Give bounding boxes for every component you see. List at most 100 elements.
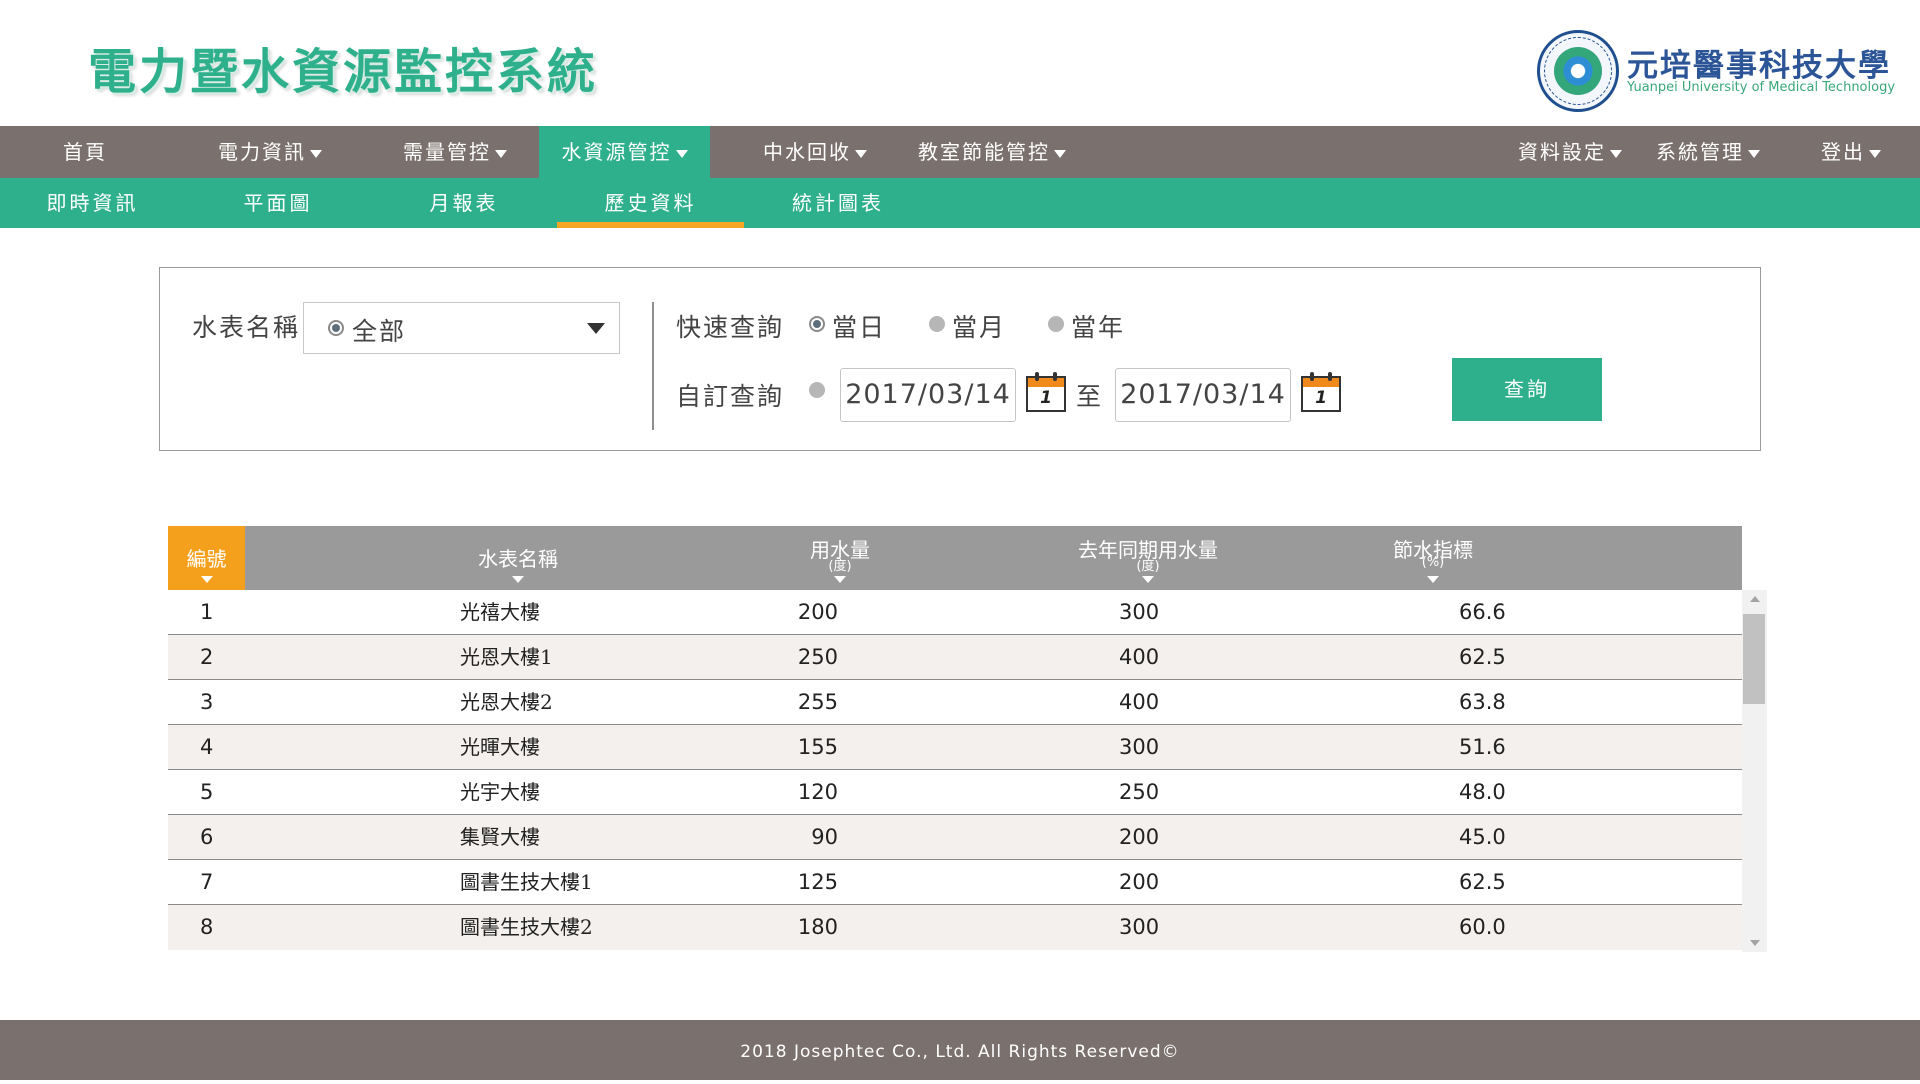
caret-down-icon — [855, 149, 867, 158]
calendar-to-icon[interactable]: 1 — [1301, 372, 1341, 412]
nav-water-recycle[interactable]: 中水回收 — [740, 126, 890, 178]
nav-home-label: 首頁 — [63, 140, 107, 164]
tab-statistics-chart[interactable]: 統計圖表 — [773, 178, 903, 228]
column-header-label: 水表名稱 — [478, 547, 558, 571]
query-button[interactable]: 查詢 — [1452, 358, 1602, 421]
meter-select-value: 全部 — [352, 317, 407, 346]
sort-down-icon[interactable] — [834, 576, 846, 583]
panel-divider — [652, 302, 654, 430]
cell-saving-index: 48.0 — [1459, 780, 1506, 804]
table-row[interactable]: 1 光禧大樓 200 300 66.6 — [168, 590, 1742, 635]
calendar-from-icon[interactable]: 1 — [1026, 372, 1066, 412]
quick-year-label[interactable]: 當年 — [1071, 308, 1125, 344]
cell-number: 2 — [200, 645, 214, 669]
column-header-saving-index[interactable]: 節水指標 (%) — [1383, 526, 1483, 590]
nav-home[interactable]: 首頁 — [40, 126, 130, 178]
nav-classroom-energy-label: 教室節能管控 — [918, 140, 1050, 164]
column-header-number[interactable]: 編號 — [168, 526, 245, 590]
table-row[interactable]: 2 光恩大樓1 250 400 62.5 — [168, 635, 1742, 680]
nav-logout[interactable]: 登出 — [1806, 126, 1896, 178]
quick-month-radio[interactable] — [929, 316, 945, 332]
calendar-day: 1 — [1026, 387, 1066, 412]
scroll-up-icon[interactable] — [1750, 596, 1760, 602]
meter-select[interactable]: 全部 — [303, 302, 620, 354]
sort-down-icon[interactable] — [1142, 576, 1154, 583]
cell-last-year: 400 — [1119, 690, 1160, 714]
cell-meter-name: 光暉大樓 — [460, 735, 540, 759]
nav-system-admin[interactable]: 系統管理 — [1648, 126, 1768, 178]
cell-number: 8 — [200, 915, 214, 939]
scrollbar-thumb[interactable] — [1743, 614, 1765, 704]
tab-monthly-report[interactable]: 月報表 — [404, 178, 524, 228]
scroll-down-icon[interactable] — [1750, 940, 1760, 946]
table-row[interactable]: 8 圖書生技大樓2 180 300 60.0 — [168, 905, 1742, 950]
quick-today-radio[interactable] — [809, 316, 825, 332]
cell-meter-name: 光恩大樓1 — [460, 645, 553, 669]
cell-number: 6 — [200, 825, 214, 849]
table-row[interactable]: 7 圖書生技大樓1 125 200 62.5 — [168, 860, 1742, 905]
quick-query-label: 快速查詢 — [676, 313, 785, 342]
tab-realtime-info[interactable]: 即時資訊 — [30, 178, 155, 228]
calendar-ring — [1328, 372, 1332, 381]
table-scrollbar[interactable] — [1742, 590, 1767, 952]
cell-saving-index: 60.0 — [1459, 915, 1506, 939]
nav-data-settings-label: 資料設定 — [1518, 140, 1606, 164]
caret-down-icon — [1054, 149, 1066, 158]
cell-meter-name: 光恩大樓2 — [460, 690, 553, 714]
column-header-label: 編號 — [186, 547, 227, 571]
cell-saving-index: 45.0 — [1459, 825, 1506, 849]
calendar-ring — [1053, 372, 1057, 381]
nav-demand-control[interactable]: 需量管控 — [380, 126, 530, 178]
cell-number: 4 — [200, 735, 214, 759]
cell-saving-index: 66.6 — [1459, 600, 1506, 624]
nav-water-control-label: 水資源管控 — [561, 140, 672, 164]
meter-all-radio-icon — [328, 320, 344, 336]
university-logo — [1537, 30, 1619, 112]
custom-query-label: 自訂查詢 — [676, 382, 785, 411]
cell-usage: 125 — [797, 870, 838, 894]
table-row[interactable]: 6 集賢大樓 90 200 45.0 — [168, 815, 1742, 860]
sort-down-icon[interactable] — [1427, 576, 1439, 583]
calendar-ring — [1035, 372, 1039, 381]
calendar-ring — [1310, 372, 1314, 381]
column-header-usage[interactable]: 用水量 (度) — [795, 526, 885, 590]
caret-down-icon — [1748, 149, 1760, 158]
cell-number: 1 — [200, 600, 214, 624]
calendar-day: 1 — [1301, 387, 1341, 412]
custom-query-radio[interactable] — [809, 382, 825, 398]
sort-down-icon[interactable] — [512, 576, 524, 583]
quick-today-label[interactable]: 當日 — [832, 308, 886, 344]
table-row[interactable]: 4 光暉大樓 155 300 51.6 — [168, 725, 1742, 770]
tab-history-data[interactable]: 歷史資料 — [557, 178, 744, 228]
tab-floor-plan[interactable]: 平面圖 — [218, 178, 338, 228]
column-header-unit: (%) — [1421, 555, 1445, 570]
cell-usage: 200 — [797, 600, 838, 624]
caret-down-icon — [495, 149, 507, 158]
quick-year-radio[interactable] — [1048, 316, 1064, 332]
cell-meter-name: 光宇大樓 — [460, 780, 540, 804]
date-to-input[interactable]: 2017/03/14 — [1115, 368, 1291, 422]
cell-number: 7 — [200, 870, 214, 894]
sort-down-icon[interactable] — [200, 576, 213, 583]
university-name-en: Yuanpei University of Medical Technology — [1627, 80, 1896, 95]
cell-last-year: 300 — [1119, 735, 1160, 759]
nav-water-recycle-label: 中水回收 — [763, 140, 851, 164]
nav-demand-control-label: 需量管控 — [403, 140, 491, 164]
table-row[interactable]: 3 光恩大樓2 255 400 63.8 — [168, 680, 1742, 725]
table-header: 編號 水表名稱 用水量 (度) 去年同期用水量 (度) 節水指標 (%) — [168, 526, 1742, 590]
column-header-last-year[interactable]: 去年同期用水量 (度) — [1068, 526, 1228, 590]
cell-last-year: 300 — [1119, 600, 1160, 624]
column-header-meter-name[interactable]: 水表名稱 — [468, 526, 568, 590]
nav-logout-label: 登出 — [1821, 140, 1865, 164]
table-row[interactable]: 5 光宇大樓 120 250 48.0 — [168, 770, 1742, 815]
nav-data-settings[interactable]: 資料設定 — [1510, 126, 1630, 178]
cell-saving-index: 62.5 — [1459, 870, 1506, 894]
caret-down-icon — [1610, 149, 1622, 158]
nav-classroom-energy[interactable]: 教室節能管控 — [912, 126, 1072, 178]
university-name: 元培醫事科技大學 — [1627, 48, 1891, 84]
nav-water-control[interactable]: 水資源管控 — [539, 126, 710, 178]
cell-last-year: 200 — [1119, 870, 1160, 894]
date-from-input[interactable]: 2017/03/14 — [840, 368, 1016, 422]
nav-power-info[interactable]: 電力資訊 — [195, 126, 345, 178]
quick-month-label[interactable]: 當月 — [952, 308, 1006, 344]
